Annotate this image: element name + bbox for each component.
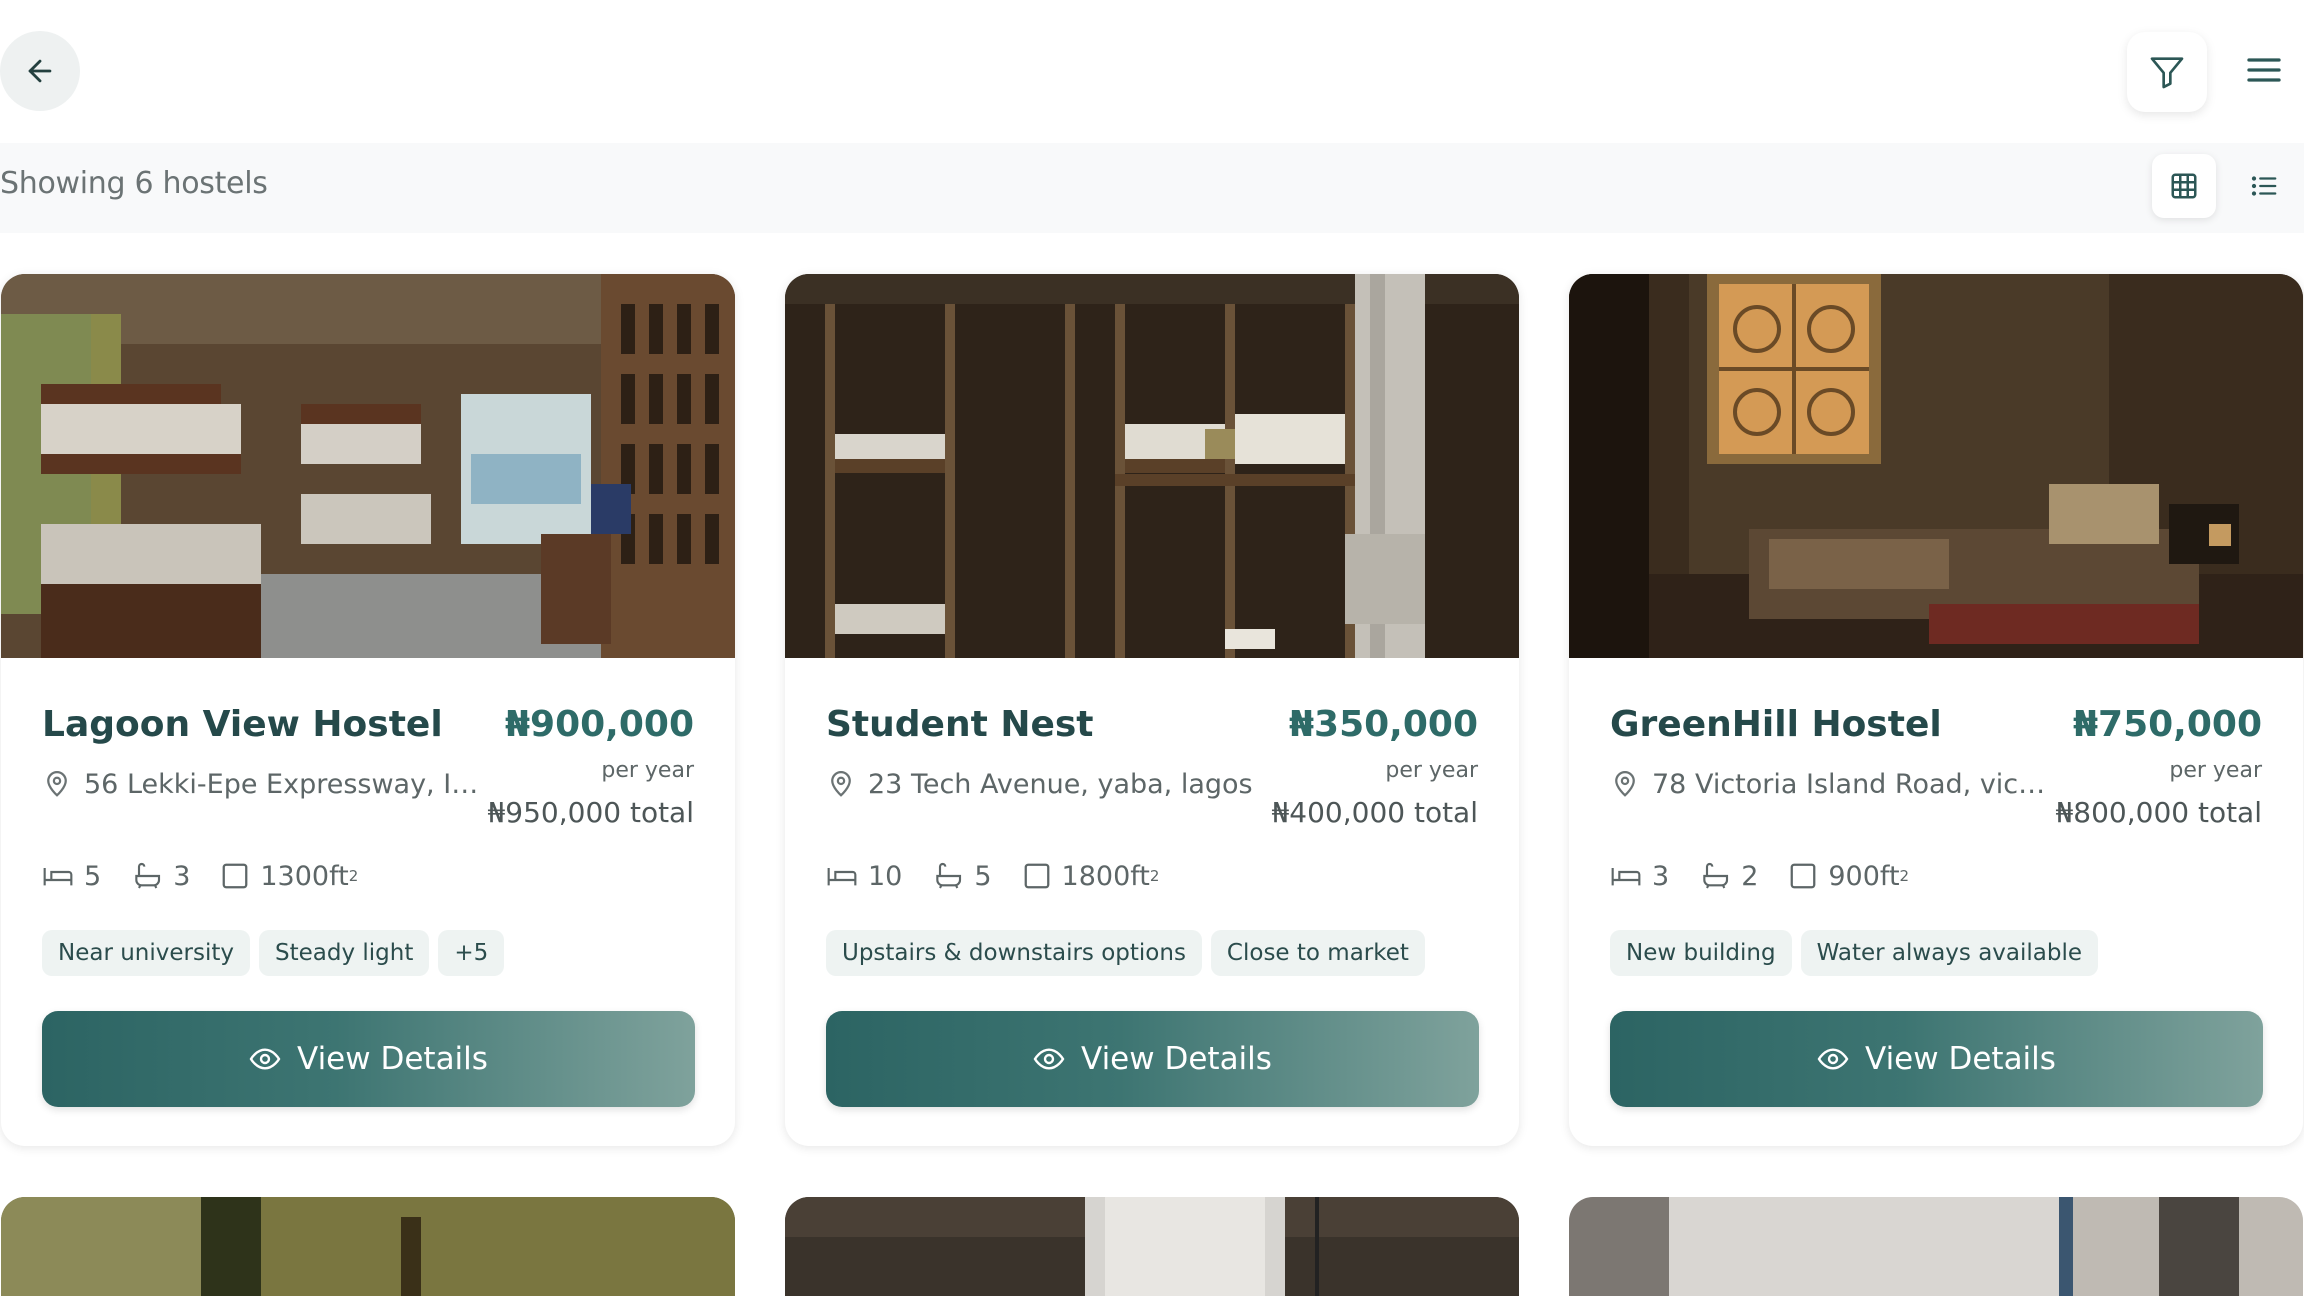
location-pin-icon — [1615, 771, 1635, 797]
filter-icon — [2150, 57, 2184, 89]
view-details-label: View Details — [297, 1041, 488, 1077]
amenity-tag: Close to market — [1210, 930, 1425, 976]
area-unit: 2 — [1899, 867, 1910, 885]
amenity-tag: Water always available — [1800, 930, 2099, 976]
hostel-card-photo-partial[interactable] — [785, 1197, 1519, 1296]
hostel-photo — [1, 274, 735, 658]
amenity-tag: New building — [1610, 930, 1792, 976]
beds-stat: 5 — [42, 860, 101, 892]
top-bar — [0, 0, 2304, 143]
hostel-name: GreenHill Hostel — [1610, 704, 1942, 745]
hostel-card[interactable]: Lagoon View Hostel ₦900,000 per year ₦95… — [1, 274, 735, 1146]
beds-stat: 10 — [826, 860, 902, 892]
filter-button[interactable] — [2127, 32, 2207, 112]
bath-icon — [135, 863, 161, 889]
view-details-button[interactable]: View Details — [42, 1011, 695, 1107]
area-unit: 2 — [1149, 867, 1160, 885]
beds-count: 3 — [1652, 860, 1670, 892]
arrow-left-icon — [28, 59, 52, 83]
beds-stat: 3 — [1610, 860, 1669, 892]
baths-stat: 5 — [932, 860, 992, 892]
area-unit: 2 — [348, 867, 359, 885]
hostel-photo — [1569, 274, 2303, 658]
address-text: 56 Lekki-Epe Expressway, Ibej... — [84, 768, 482, 800]
price-total: ₦800,000 total — [2055, 796, 2262, 829]
area-value: 1300ft — [260, 860, 349, 892]
hostel-photo — [785, 274, 1519, 658]
list-icon — [2251, 176, 2277, 196]
area-icon — [1791, 863, 1816, 889]
bed-icon — [1611, 868, 1641, 886]
beds-count: 10 — [868, 860, 903, 892]
eye-icon — [249, 1048, 281, 1070]
hostel-stats: 5 3 1300ft 2 — [42, 859, 388, 893]
amenity-tag: Steady light — [258, 930, 430, 976]
baths-count: 2 — [1741, 860, 1759, 892]
baths-count: 3 — [173, 860, 191, 892]
view-details-label: View Details — [1081, 1041, 1272, 1077]
area-stat: 1800ft 2 — [1022, 860, 1160, 892]
hostel-address: 56 Lekki-Epe Expressway, Ibej... — [42, 766, 482, 802]
hostel-card[interactable]: Student Nest ₦350,000 per year ₦400,000 … — [785, 274, 1519, 1146]
hostel-tags: Upstairs & downstairs options Close to m… — [826, 930, 1434, 976]
bath-icon — [1703, 863, 1729, 889]
area-stat: 900ft 2 — [1788, 861, 1909, 892]
view-details-label: View Details — [1865, 1041, 2056, 1077]
hostel-price: ₦750,000 — [2072, 704, 2262, 745]
more-tags-badge[interactable]: +5 — [438, 930, 505, 976]
baths-count: 5 — [974, 860, 992, 892]
price-period: per year — [601, 758, 694, 783]
view-details-button[interactable]: View Details — [1610, 1011, 2263, 1107]
area-value: 900ft — [1828, 860, 1900, 892]
menu-icon — [2247, 58, 2281, 82]
price-period: per year — [2169, 758, 2262, 783]
area-stat: 1300ft 2 — [220, 861, 358, 892]
price-total: ₦400,000 total — [1271, 796, 1478, 829]
grid-view-toggle[interactable] — [2152, 154, 2216, 218]
address-text: 78 Victoria Island Road, victori... — [1652, 768, 2050, 800]
results-bar — [0, 143, 2304, 233]
area-icon — [1024, 863, 1049, 889]
hostel-card-photo-partial[interactable] — [1569, 1197, 2303, 1296]
hostel-price: ₦900,000 — [504, 704, 694, 745]
hostel-address: 78 Victoria Island Road, victori... — [1610, 766, 2050, 802]
hostel-stats: 3 2 900ft 2 — [1610, 859, 1939, 893]
location-pin-icon — [831, 771, 851, 797]
hostel-price: ₦350,000 — [1288, 704, 1478, 745]
hostel-stats: 10 5 1800ft 2 — [826, 859, 1189, 893]
price-period: per year — [1385, 758, 1478, 783]
bed-icon — [827, 868, 857, 886]
back-button[interactable] — [0, 31, 80, 111]
bed-icon — [43, 868, 73, 886]
eye-icon — [1817, 1048, 1849, 1070]
grid-icon — [2171, 173, 2197, 199]
beds-count: 5 — [84, 860, 102, 892]
bath-icon — [936, 863, 962, 889]
hostel-name: Lagoon View Hostel — [42, 704, 443, 745]
location-pin-icon — [47, 771, 67, 797]
amenity-tag: Upstairs & downstairs options — [826, 930, 1202, 976]
hostel-card[interactable]: GreenHill Hostel ₦750,000 per year ₦800,… — [1569, 274, 2303, 1146]
amenity-tag: Near university — [42, 930, 250, 976]
list-view-toggle[interactable] — [2232, 154, 2296, 218]
eye-icon — [1033, 1048, 1065, 1070]
menu-button[interactable] — [2240, 46, 2288, 94]
baths-stat: 3 — [131, 860, 190, 892]
hostel-tags: Near university Steady light +5 — [42, 930, 513, 976]
price-total: ₦950,000 total — [487, 796, 694, 829]
hostel-tags: New building Water always available — [1610, 930, 2107, 976]
area-value: 1800ft — [1061, 860, 1150, 892]
area-icon — [223, 863, 248, 889]
hostel-address: 23 Tech Avenue, yaba, lagos — [826, 766, 1266, 802]
results-count: Showing 6 hostels — [0, 166, 268, 201]
hostel-card-photo-partial[interactable] — [1, 1197, 735, 1296]
view-details-button[interactable]: View Details — [826, 1011, 1479, 1107]
baths-stat: 2 — [1699, 860, 1758, 892]
hostel-name: Student Nest — [826, 704, 1094, 745]
address-text: 23 Tech Avenue, yaba, lagos — [868, 768, 1253, 800]
